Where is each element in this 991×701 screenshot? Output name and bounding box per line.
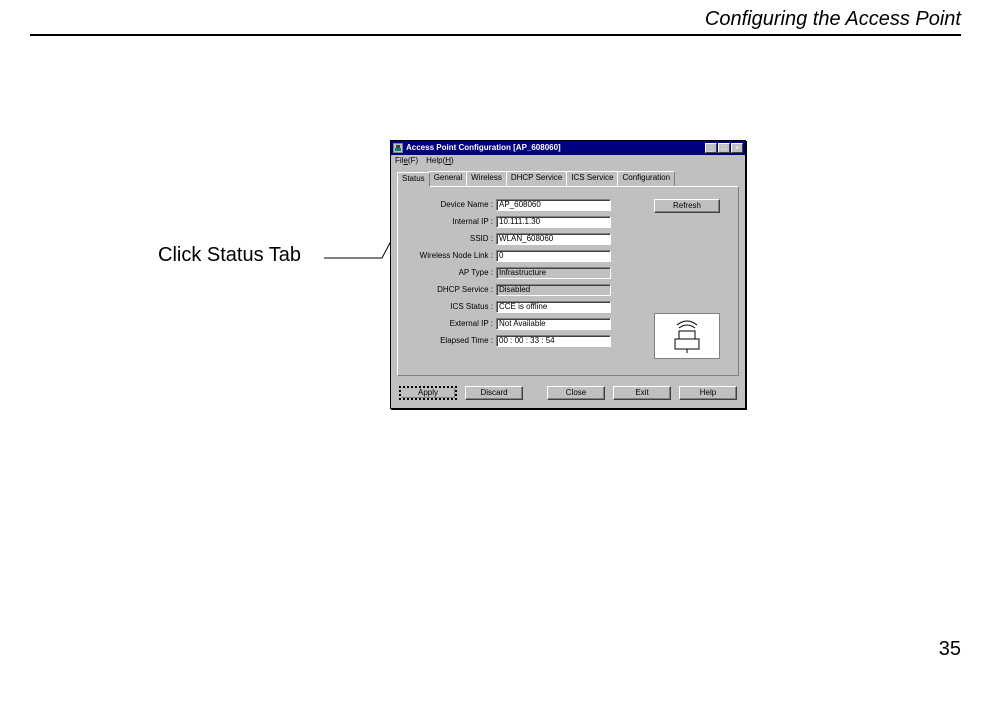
label-ap-type: AP Type : <box>406 269 496 277</box>
value-device-name: AP_608060 <box>496 199 611 211</box>
menu-help[interactable]: Help(H) <box>426 157 454 165</box>
page-header: Configuring the Access Point <box>705 8 961 31</box>
tab-wireless[interactable]: Wireless <box>466 171 507 186</box>
status-panel: Refresh Device Name : AP_608060 Internal… <box>397 186 739 376</box>
tab-row: Status General Wireless DHCP Service ICS… <box>391 167 745 186</box>
help-button[interactable]: Help <box>679 386 737 400</box>
close-button[interactable]: Close <box>547 386 605 400</box>
maximize-button[interactable]: □ <box>718 143 730 153</box>
tab-status[interactable]: Status <box>397 172 430 187</box>
value-elapsed: 00 : 00 : 33 : 54 <box>496 335 611 347</box>
label-external-ip: External IP : <box>406 320 496 328</box>
titlebar[interactable]: Access Point Configuration [AP_608060] _… <box>391 141 745 155</box>
refresh-button[interactable]: Refresh <box>654 199 720 213</box>
window-title: Access Point Configuration [AP_608060] <box>406 144 705 152</box>
page-number: 35 <box>939 638 961 661</box>
value-dhcp: Disabled <box>496 284 611 296</box>
label-ssid: SSID : <box>406 235 496 243</box>
value-internal-ip: 10.111.1.30 <box>496 216 611 228</box>
device-illustration <box>654 313 720 359</box>
value-node-link: 0 <box>496 250 611 262</box>
header-rule <box>30 34 961 36</box>
tab-configuration[interactable]: Configuration <box>617 171 675 186</box>
label-elapsed: Elapsed Time : <box>406 337 496 345</box>
apply-button[interactable]: Apply <box>399 386 457 400</box>
app-icon <box>393 143 403 153</box>
tab-general[interactable]: General <box>429 171 467 186</box>
label-ics: ICS Status : <box>406 303 496 311</box>
app-window: Access Point Configuration [AP_608060] _… <box>390 140 746 409</box>
label-internal-ip: Internal IP : <box>406 218 496 226</box>
tab-dhcp-service[interactable]: DHCP Service <box>506 171 567 186</box>
value-ap-type: Infrastructure <box>496 267 611 279</box>
menubar: File(F) Help(H) <box>391 155 745 167</box>
menu-file[interactable]: File(F) <box>395 157 418 165</box>
label-device-name: Device Name : <box>406 201 496 209</box>
label-dhcp: DHCP Service : <box>406 286 496 294</box>
value-external-ip: Not Available <box>496 318 611 330</box>
minimize-button[interactable]: _ <box>705 143 717 153</box>
tab-ics-service[interactable]: ICS Service <box>566 171 618 186</box>
value-ics: CCE is offline <box>496 301 611 313</box>
exit-button[interactable]: Exit <box>613 386 671 400</box>
callout-label: Click Status Tab <box>158 244 301 267</box>
label-node-link: Wireless Node Link : <box>406 252 496 260</box>
close-window-button[interactable]: × <box>731 143 743 153</box>
value-ssid: WLAN_608060 <box>496 233 611 245</box>
button-row: Apply Discard Close Exit Help <box>391 380 745 408</box>
discard-button[interactable]: Discard <box>465 386 523 400</box>
